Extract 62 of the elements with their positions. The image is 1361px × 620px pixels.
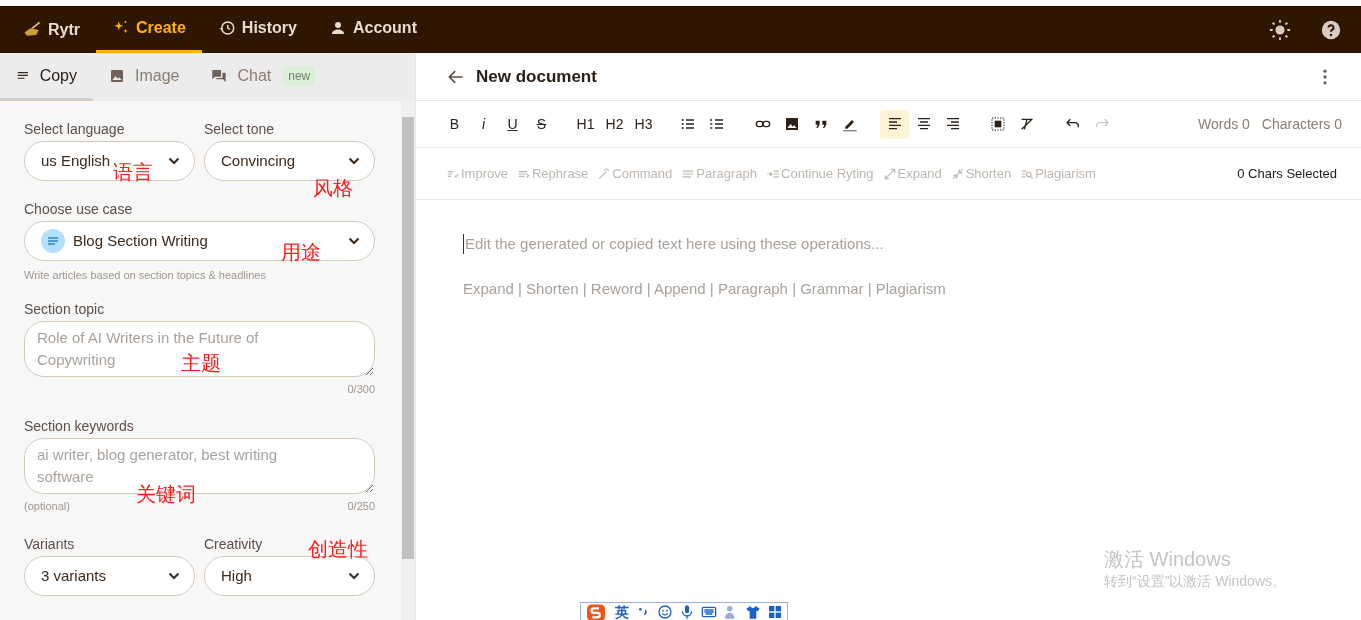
field-label: Select tone [204,120,275,139]
chevron-down-icon [348,235,360,247]
grid-icon[interactable] [767,603,783,620]
annotation-text: 用途 [281,240,321,264]
character-count: Characters 0 [1261,114,1342,134]
toolbar-button[interactable]: U [498,109,527,139]
field-label: Section topic [24,300,105,319]
chevron-down-icon [348,570,360,582]
chat-icon [211,67,228,84]
toolbar-button[interactable] [880,109,909,139]
bullet-list-icon [679,116,696,132]
select-field[interactable]: 3 variants [24,556,195,596]
annotation-text: 主题 [181,351,221,375]
word-count: Words 0 [1197,114,1250,134]
scrollbar[interactable] [401,101,415,620]
field-label: Creativity [204,535,263,554]
history-icon [217,19,236,37]
toolbar-button[interactable]: H1 [571,109,600,139]
chevron-down-icon [168,570,180,582]
activation-title: 激活 Windows [1104,547,1231,572]
help-icon[interactable] [1321,19,1341,40]
field-label: Variants [24,535,75,554]
document-title: New document [476,65,598,88]
image-icon [109,67,125,84]
optional-note: (optional) [24,499,70,514]
toolbar-button[interactable]: H2 [600,109,629,139]
action-icon [597,166,612,181]
align-right-icon [944,116,961,132]
annotation-text: 语言 [113,160,153,184]
panel-tab[interactable]: Chat new [195,53,332,101]
toolbar-button[interactable]: B [440,109,469,139]
lines-icon [41,229,65,253]
char-counter: 0/250 [347,499,375,514]
action-icon [950,166,965,181]
operations-hint: Expand | Shorten | Reword | Append | Paragraph | Grammar | Plagiarism [463,279,947,299]
align-left-icon [886,116,903,132]
field-label: Section keywords [24,417,134,436]
activation-subtitle: 转到“设置”以激活 Windows。 [1104,572,1286,591]
brand-name: Rytr [48,19,80,40]
field-label: Select language [24,120,125,139]
nav-tab[interactable]: History [201,6,313,53]
selection-count: 0 Chars Selected [1237,164,1337,183]
select-all-icon [989,116,1006,132]
field-label: Choose use case [24,200,133,219]
sun-icon[interactable] [1269,18,1291,41]
toolbar-button[interactable]: S [527,109,556,139]
toolbar-button[interactable]: i [469,109,498,139]
char-counter: 0/300 [347,382,375,397]
action-icon [882,166,897,181]
hint-text: Write articles based on section topics & headlines [24,268,267,283]
image-icon [783,116,800,132]
shirt-icon[interactable] [745,603,761,620]
chevron-down-icon [168,155,180,167]
toolbar-button[interactable]: H3 [629,109,658,139]
ime-mode[interactable]: 英 [615,602,629,620]
numbered-list-icon [708,116,725,132]
new-badge: new [283,65,316,86]
align-center-icon [915,116,932,132]
chevron-down-icon [348,155,360,167]
microphone-icon[interactable] [679,603,695,620]
nav-tab[interactable]: Account [312,6,433,53]
smiley-icon[interactable] [657,603,673,620]
